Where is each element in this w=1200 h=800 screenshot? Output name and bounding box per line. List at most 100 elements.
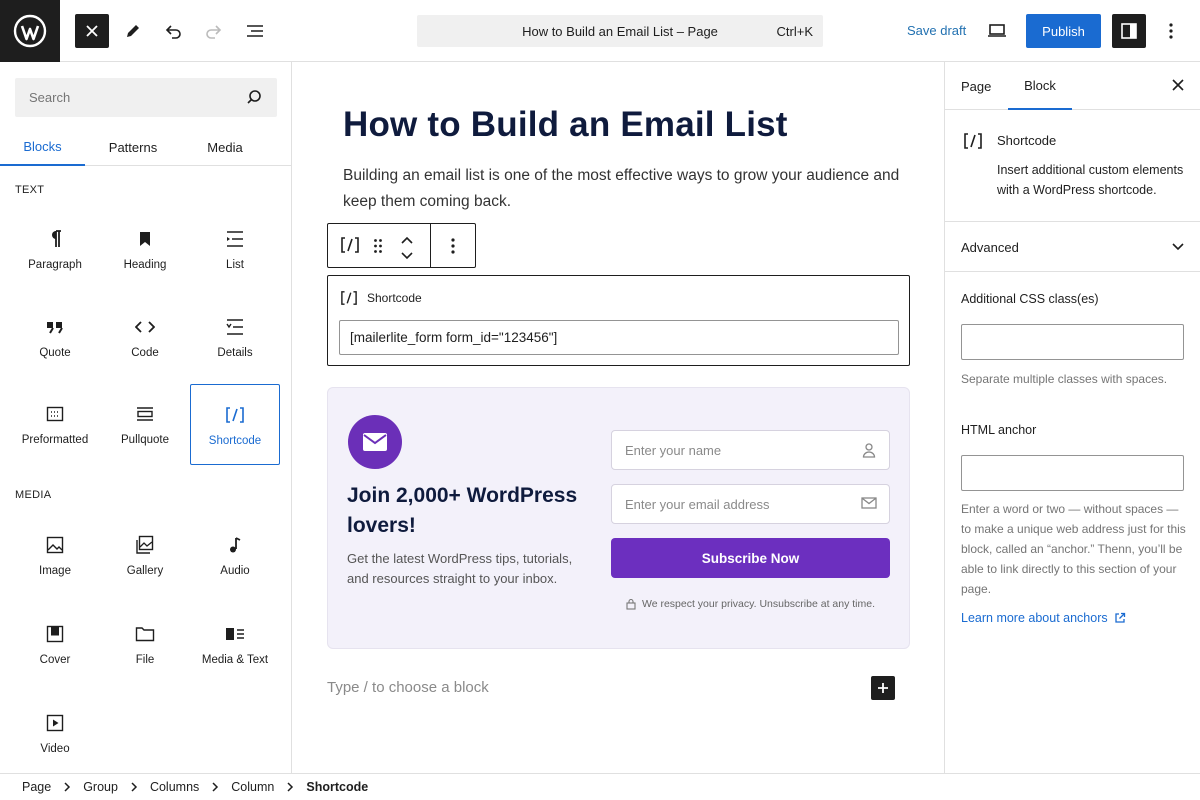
settings-button[interactable]: [1112, 14, 1146, 48]
block-label: Audio: [220, 565, 250, 577]
post-title[interactable]: How to Build an Email List: [343, 105, 788, 145]
quote-icon: [47, 322, 63, 334]
document-bar[interactable]: How to Build an Email List – Page Ctrl+K: [417, 15, 823, 47]
block-list[interactable]: List: [190, 215, 280, 295]
block-options-button[interactable]: [450, 237, 456, 260]
move-down-button[interactable]: [400, 248, 414, 266]
sidebar-icon: [1121, 23, 1137, 39]
block-code[interactable]: Code: [100, 303, 190, 383]
chevron-right-icon: [63, 782, 71, 792]
block-card-description: Insert additional custom elements with a…: [997, 163, 1184, 197]
preview-button[interactable]: [980, 14, 1014, 48]
close-inserter-button[interactable]: [75, 14, 109, 48]
mail-icon: [363, 433, 387, 451]
shortcode-block[interactable]: Shortcode [mailerlite_form form_id="1234…: [327, 275, 910, 366]
plus-icon: [878, 683, 888, 693]
block-breadcrumb: Page Group Columns Column Shortcode: [0, 773, 1200, 800]
block-preformatted[interactable]: Preformatted: [10, 390, 100, 470]
save-draft-button[interactable]: Save draft: [907, 23, 966, 38]
block-search-input[interactable]: Search: [15, 78, 277, 117]
block-type-button[interactable]: [340, 236, 360, 259]
code-icon: [135, 321, 155, 333]
add-block-button[interactable]: [871, 676, 895, 700]
more-vertical-icon: [1169, 23, 1173, 39]
block-audio[interactable]: Audio: [190, 521, 280, 601]
block-file[interactable]: File: [100, 610, 190, 690]
shortcode-icon: [964, 133, 982, 149]
block-card-title: Shortcode: [997, 133, 1057, 148]
default-block-appender[interactable]: Type / to choose a block: [327, 679, 489, 696]
shortcode-input[interactable]: [mailerlite_form form_id="123456"]: [339, 320, 899, 355]
more-vertical-icon: [451, 238, 455, 254]
tab-block[interactable]: Block: [1008, 62, 1072, 110]
wordpress-logo-button[interactable]: [0, 0, 60, 62]
block-label: Pullquote: [121, 434, 169, 446]
css-class-input[interactable]: [961, 324, 1184, 360]
block-label: Details: [217, 347, 253, 359]
block-paragraph[interactable]: Paragraph: [10, 215, 100, 295]
block-video[interactable]: Video: [10, 699, 100, 779]
block-inserter-panel: Search Blocks Patterns Media TEXT Paragr…: [0, 62, 292, 773]
block-gallery[interactable]: Gallery: [100, 521, 190, 601]
block-label: Code: [131, 347, 159, 359]
editor-canvas: How to Build an Email List Building an e…: [292, 62, 944, 773]
redo-icon: [206, 25, 222, 39]
cover-icon: [46, 625, 64, 643]
block-label: Video: [40, 743, 70, 755]
advanced-panel-toggle[interactable]: Advanced: [945, 222, 1200, 272]
form-description: Get the latest WordPress tips, tutorials…: [347, 551, 573, 586]
document-overview-button[interactable]: [238, 14, 272, 48]
redo-button[interactable]: [197, 14, 231, 48]
name-field[interactable]: Enter your name: [611, 430, 890, 470]
document-title: How to Build an Email List – Page: [522, 23, 718, 39]
desktop-icon: [988, 24, 1006, 37]
breadcrumb-page[interactable]: Page: [22, 780, 51, 794]
breadcrumb-column[interactable]: Column: [231, 780, 274, 794]
subscribe-button[interactable]: Subscribe Now: [611, 538, 890, 578]
block-heading[interactable]: Heading: [100, 215, 190, 295]
paragraph-icon: [52, 230, 61, 247]
wordpress-icon: [13, 14, 47, 48]
close-icon: [86, 25, 98, 37]
shortcode-block-label: Shortcode: [367, 291, 422, 305]
chevron-right-icon: [286, 782, 294, 792]
block-label: Image: [39, 565, 71, 577]
heading-icon: [140, 232, 150, 246]
video-icon: [46, 714, 64, 732]
undo-button[interactable]: [156, 14, 190, 48]
css-class-label: Additional CSS class(es): [961, 292, 1099, 306]
tab-blocks[interactable]: Blocks: [0, 128, 85, 166]
block-shortcode[interactable]: Shortcode: [190, 384, 280, 465]
tab-media[interactable]: Media: [180, 128, 270, 166]
block-details[interactable]: Details: [190, 303, 280, 383]
block-quote[interactable]: Quote: [10, 303, 100, 383]
email-field[interactable]: Enter your email address: [611, 484, 890, 524]
breadcrumb-columns[interactable]: Columns: [150, 780, 199, 794]
block-toolbar: [327, 223, 476, 268]
breadcrumb-group[interactable]: Group: [83, 780, 118, 794]
section-label-text: TEXT: [15, 184, 45, 196]
learn-anchors-link[interactable]: Learn more about anchors: [961, 611, 1126, 625]
block-media-text[interactable]: Media & Text: [190, 610, 280, 690]
css-class-help: Separate multiple classes with spaces.: [961, 372, 1168, 386]
tab-patterns[interactable]: Patterns: [88, 128, 178, 166]
block-cover[interactable]: Cover: [10, 610, 100, 690]
name-placeholder: Enter your name: [625, 442, 722, 458]
block-label: Quote: [39, 347, 71, 359]
block-image[interactable]: Image: [10, 521, 100, 601]
drag-handle[interactable]: [373, 238, 383, 259]
command-shortcut: Ctrl+K: [776, 23, 813, 39]
publish-button[interactable]: Publish: [1026, 14, 1101, 48]
block-label: Paragraph: [28, 259, 82, 271]
close-sidebar-button[interactable]: [1169, 76, 1187, 99]
html-anchor-input[interactable]: [961, 455, 1184, 491]
tab-page[interactable]: Page: [961, 62, 1001, 110]
block-card: Shortcode Insert additional custom eleme…: [945, 110, 1200, 222]
block-pullquote[interactable]: Pullquote: [100, 390, 190, 470]
file-icon: [135, 627, 155, 642]
tools-button[interactable]: [116, 14, 150, 48]
close-icon: [1172, 79, 1184, 91]
list-view-icon: [247, 25, 263, 37]
options-button[interactable]: [1154, 14, 1188, 48]
paragraph-block[interactable]: Building an email list is one of the mos…: [343, 163, 903, 215]
